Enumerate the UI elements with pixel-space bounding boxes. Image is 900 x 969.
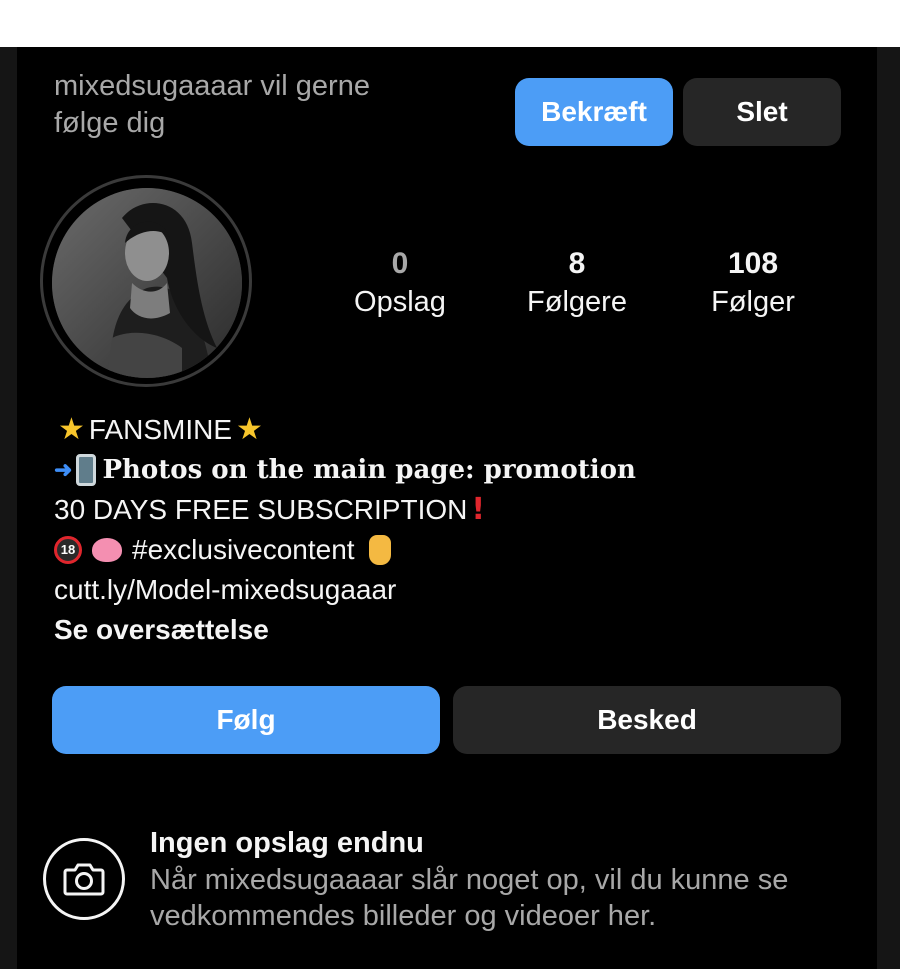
star-icon: ★ <box>236 412 263 447</box>
mobile-phone-icon <box>76 454 97 486</box>
star-icon: ★ <box>58 412 85 447</box>
top-strip <box>0 0 900 47</box>
bio-line-4: 18 #exclusivecontent <box>54 530 854 570</box>
bio-line-1: ★ FANSMINE ★ <box>54 410 854 450</box>
translate-link[interactable]: Se oversættelse <box>54 610 854 650</box>
tongue-icon <box>92 538 122 562</box>
pointing-down-icon <box>368 535 391 565</box>
empty-state-line-1: Når mixedsugaaaar slår noget op, vil du … <box>150 864 789 896</box>
empty-state-description: Når mixedsugaaaar slår noget op, vil du … <box>150 862 870 934</box>
stat-followers-value: 8 <box>568 247 586 280</box>
delete-request-button[interactable]: Slet <box>683 78 841 146</box>
message-button[interactable]: Besked <box>453 686 841 754</box>
stat-posts-label: Opslag <box>354 286 446 318</box>
stat-posts[interactable]: 0 Opslag <box>310 245 490 321</box>
avatar[interactable] <box>52 188 242 378</box>
stat-posts-value: 0 <box>391 247 409 280</box>
no-under-18-icon: 18 <box>54 536 82 564</box>
empty-state-line-2: vedkommendes billeder og videoer her. <box>150 900 657 932</box>
follow-button[interactable]: Følg <box>52 686 440 754</box>
stat-followers[interactable]: 8 Følgere <box>487 245 667 321</box>
camera-icon <box>43 838 125 920</box>
bio-hashtag[interactable]: #exclusivecontent <box>132 530 355 570</box>
empty-state-title: Ingen opslag endnu <box>150 827 424 859</box>
avatar-photo <box>52 188 242 378</box>
follow-request-text: mixedsugaaaar vil gerne følge dig <box>54 68 474 142</box>
arrow-icon: ➜ <box>54 457 73 483</box>
stat-followers-label: Følgere <box>527 286 627 318</box>
confirm-request-button[interactable]: Bekræft <box>515 78 673 146</box>
bio-line-3: 30 DAYS FREE SUBSCRIPTION! <box>54 490 854 530</box>
follow-request-line-2: følge dig <box>54 107 166 139</box>
camera-glyph <box>63 863 105 896</box>
profile-bio: ★ FANSMINE ★ ➜ Photos on the main page: pro… <box>54 410 854 650</box>
bio-link[interactable]: cutt.ly/Model-mixedsugaaar <box>54 570 854 610</box>
follow-request-line-1: mixedsugaaaar vil gerne <box>54 70 370 102</box>
bio-subscription: 30 DAYS FREE SUBSCRIPTION <box>54 494 468 525</box>
bio-brand: FANSMINE <box>88 414 233 445</box>
stat-following-label: Følger <box>711 286 795 318</box>
stat-following[interactable]: 108 Følger <box>663 245 843 321</box>
bio-promo: Photos on the main page: promotion <box>102 455 636 485</box>
bio-line-2: ➜ Photos on the main page: promotion <box>54 450 854 490</box>
stat-following-value: 108 <box>727 247 779 280</box>
exclamation-icon: ! <box>471 492 486 527</box>
